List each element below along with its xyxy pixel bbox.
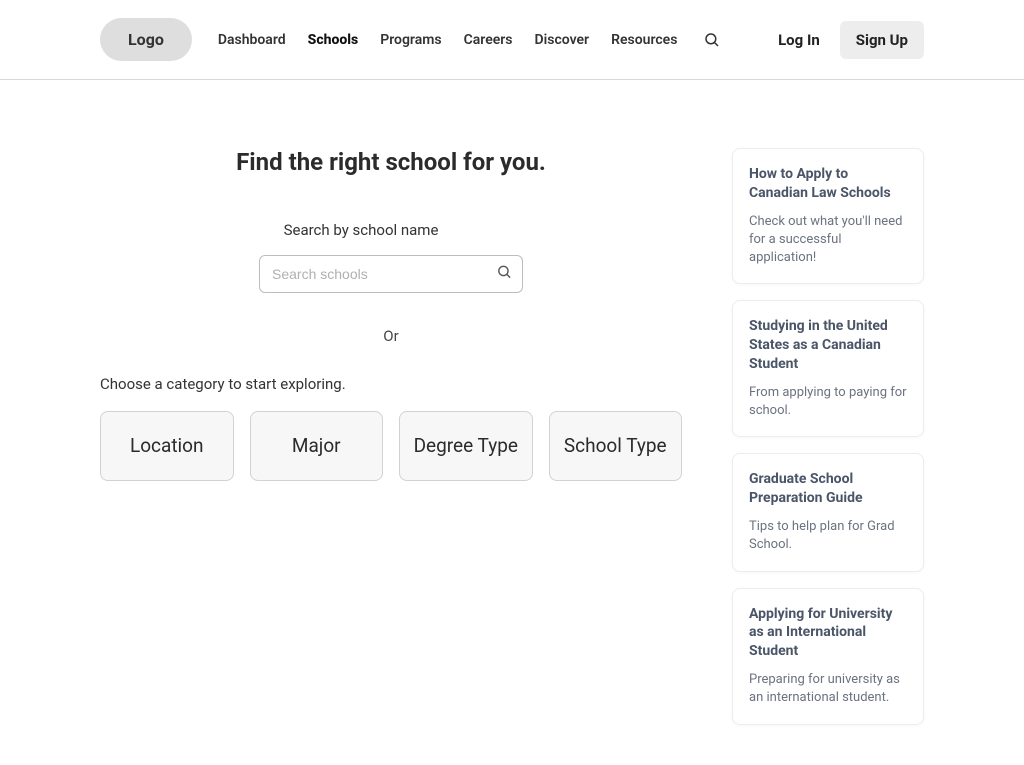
search-input[interactable]	[259, 255, 523, 293]
header: Logo Dashboard Schools Programs Careers …	[0, 0, 1024, 80]
main-nav: Dashboard Schools Programs Careers Disco…	[218, 31, 772, 49]
nav-careers[interactable]: Careers	[464, 32, 513, 48]
category-location[interactable]: Location	[100, 411, 234, 481]
category-grid: Location Major Degree Type School Type	[100, 411, 682, 481]
sidebar-card-title: How to Apply to Canadian Law Schools	[749, 165, 907, 203]
nav-resources[interactable]: Resources	[611, 32, 677, 48]
or-divider: Or	[100, 327, 682, 345]
sidebar-card[interactable]: Graduate School Preparation Guide Tips t…	[732, 453, 924, 571]
sidebar: How to Apply to Canadian Law Schools Che…	[732, 148, 924, 725]
category-major[interactable]: Major	[250, 411, 384, 481]
nav-schools[interactable]: Schools	[308, 32, 359, 48]
search-label: Search by school name	[284, 221, 439, 239]
content: Find the right school for you. Search by…	[0, 80, 1024, 765]
category-school-type[interactable]: School Type	[549, 411, 683, 481]
sidebar-card-title: Graduate School Preparation Guide	[749, 470, 907, 508]
sidebar-card-title: Studying in the United States as a Canad…	[749, 317, 907, 374]
nav-discover[interactable]: Discover	[535, 32, 590, 48]
login-button[interactable]: Log In	[772, 23, 826, 57]
sidebar-card[interactable]: How to Apply to Canadian Law Schools Che…	[732, 148, 924, 284]
sidebar-card[interactable]: Studying in the United States as a Canad…	[732, 300, 924, 437]
logo[interactable]: Logo	[100, 18, 192, 61]
main-column: Find the right school for you. Search by…	[100, 148, 682, 725]
category-degree-type[interactable]: Degree Type	[399, 411, 533, 481]
signup-button[interactable]: Sign Up	[840, 21, 924, 59]
sidebar-card[interactable]: Applying for University as an Internatio…	[732, 588, 924, 725]
search-input-wrap	[259, 255, 523, 293]
nav-dashboard[interactable]: Dashboard	[218, 32, 286, 48]
sidebar-card-desc: Tips to help plan for Grad School.	[749, 518, 907, 554]
search-block: Search by school name	[100, 220, 682, 293]
sidebar-card-title: Applying for University as an Internatio…	[749, 605, 907, 662]
sidebar-card-desc: Check out what you'll need for a success…	[749, 213, 907, 268]
auth-actions: Log In Sign Up	[772, 21, 924, 59]
search-icon[interactable]	[703, 31, 721, 49]
page-title: Find the right school for you.	[160, 148, 622, 176]
nav-programs[interactable]: Programs	[380, 32, 441, 48]
sidebar-card-desc: From applying to paying for school.	[749, 384, 907, 420]
category-prompt: Choose a category to start exploring.	[100, 375, 682, 393]
